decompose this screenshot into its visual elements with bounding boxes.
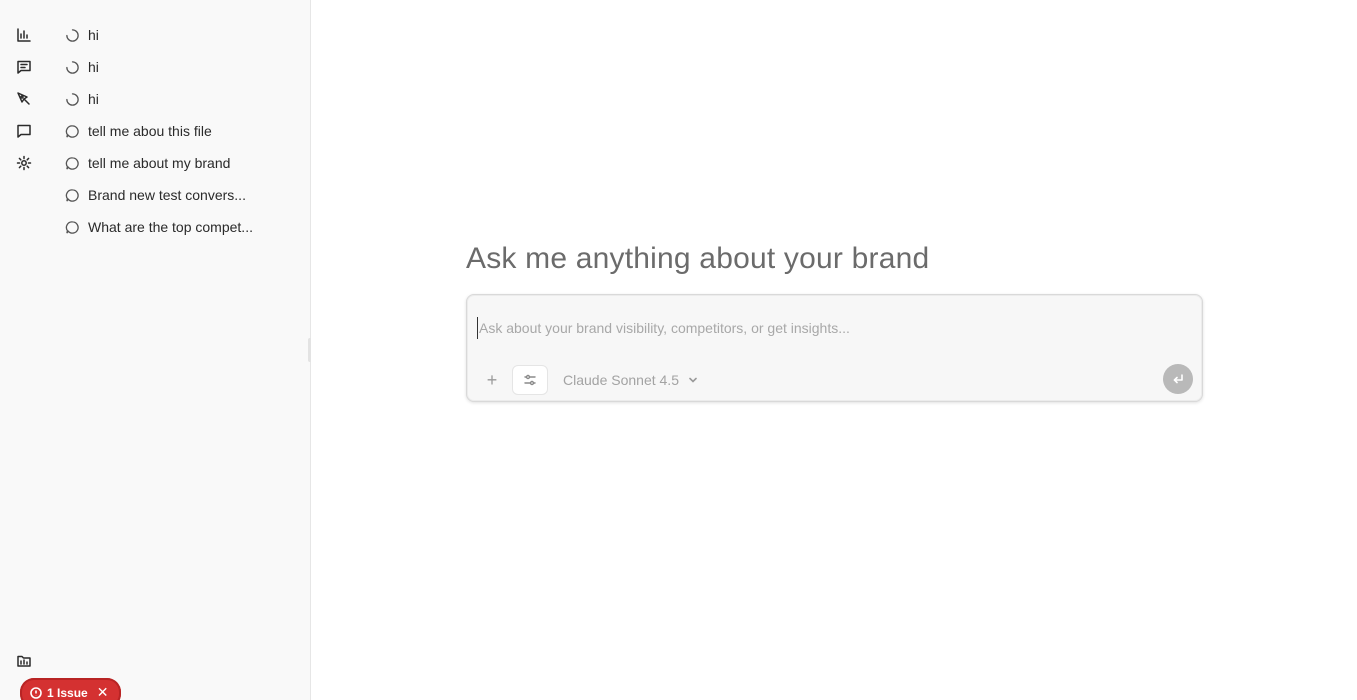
conversation-item[interactable]: tell me about my brand bbox=[56, 147, 306, 179]
app-root: hi hi hi tell me abou this file tell me … bbox=[0, 0, 1357, 700]
conversation-item[interactable]: hi bbox=[56, 19, 306, 51]
loading-spinner-icon bbox=[64, 59, 80, 75]
enter-icon bbox=[1173, 374, 1183, 384]
chat-bubble-icon bbox=[64, 155, 80, 171]
add-attachment-button[interactable]: + bbox=[479, 367, 505, 393]
settings-nav-button[interactable] bbox=[14, 153, 34, 173]
loading-spinner-icon bbox=[64, 27, 80, 43]
gear-icon bbox=[16, 155, 32, 171]
conversation-item[interactable]: What are the top compet... bbox=[56, 211, 306, 243]
issue-badge-label: 1 Issue bbox=[47, 686, 88, 700]
analytics-nav-button[interactable] bbox=[14, 25, 34, 45]
chat-bubble-icon bbox=[64, 187, 80, 203]
conversation-list: hi hi hi tell me abou this file tell me … bbox=[56, 19, 306, 243]
folder-icon bbox=[17, 655, 31, 667]
sliders-icon bbox=[524, 374, 536, 386]
chevron-down-icon bbox=[689, 377, 697, 383]
icon-rail bbox=[0, 0, 48, 700]
send-button[interactable] bbox=[1163, 364, 1193, 394]
conversation-item[interactable]: Brand new test convers... bbox=[56, 179, 306, 211]
conversation-label: Brand new test convers... bbox=[88, 187, 246, 203]
bar-chart-icon bbox=[17, 28, 31, 42]
issue-badge[interactable]: 1 Issue ✕ bbox=[20, 678, 121, 700]
chat-bubble-icon bbox=[64, 123, 80, 139]
conversation-label: hi bbox=[88, 91, 99, 107]
plus-icon: + bbox=[486, 369, 498, 390]
content-nav-button[interactable] bbox=[14, 89, 34, 109]
conversation-item[interactable]: hi bbox=[56, 51, 306, 83]
message-square-icon bbox=[17, 124, 31, 138]
page-title: Ask me anything about your brand bbox=[466, 242, 930, 275]
composer-toolbar: + Claude Sonnet 4.5 bbox=[479, 365, 699, 395]
close-icon[interactable]: ✕ bbox=[97, 685, 109, 699]
chat-composer: + Claude Sonnet 4.5 bbox=[466, 294, 1203, 402]
loading-spinner-icon bbox=[64, 91, 80, 107]
tools-button[interactable] bbox=[512, 365, 548, 395]
conversation-label: hi bbox=[88, 27, 99, 43]
model-selector-label: Claude Sonnet 4.5 bbox=[563, 372, 679, 388]
sidebar: hi hi hi tell me abou this file tell me … bbox=[0, 0, 311, 700]
conversation-label: tell me abou this file bbox=[88, 123, 212, 139]
chat-bubble-icon bbox=[64, 219, 80, 235]
conversation-item[interactable]: hi bbox=[56, 83, 306, 115]
pen-tool-icon bbox=[17, 92, 30, 105]
conversation-label: What are the top compet... bbox=[88, 219, 253, 235]
chat-nav-button[interactable] bbox=[14, 57, 34, 77]
model-selector[interactable]: Claude Sonnet 4.5 bbox=[563, 372, 699, 388]
conversation-label: tell me about my brand bbox=[88, 155, 231, 171]
conversation-label: hi bbox=[88, 59, 99, 75]
chat-lines-icon bbox=[17, 60, 31, 74]
conversation-item[interactable]: tell me abou this file bbox=[56, 115, 306, 147]
alert-circle-icon bbox=[30, 687, 42, 699]
main-panel: Ask me anything about your brand + Claud… bbox=[311, 0, 1357, 700]
chat-input[interactable] bbox=[477, 317, 1177, 339]
messages-nav-button[interactable] bbox=[14, 121, 34, 141]
files-nav-button[interactable] bbox=[14, 651, 34, 671]
